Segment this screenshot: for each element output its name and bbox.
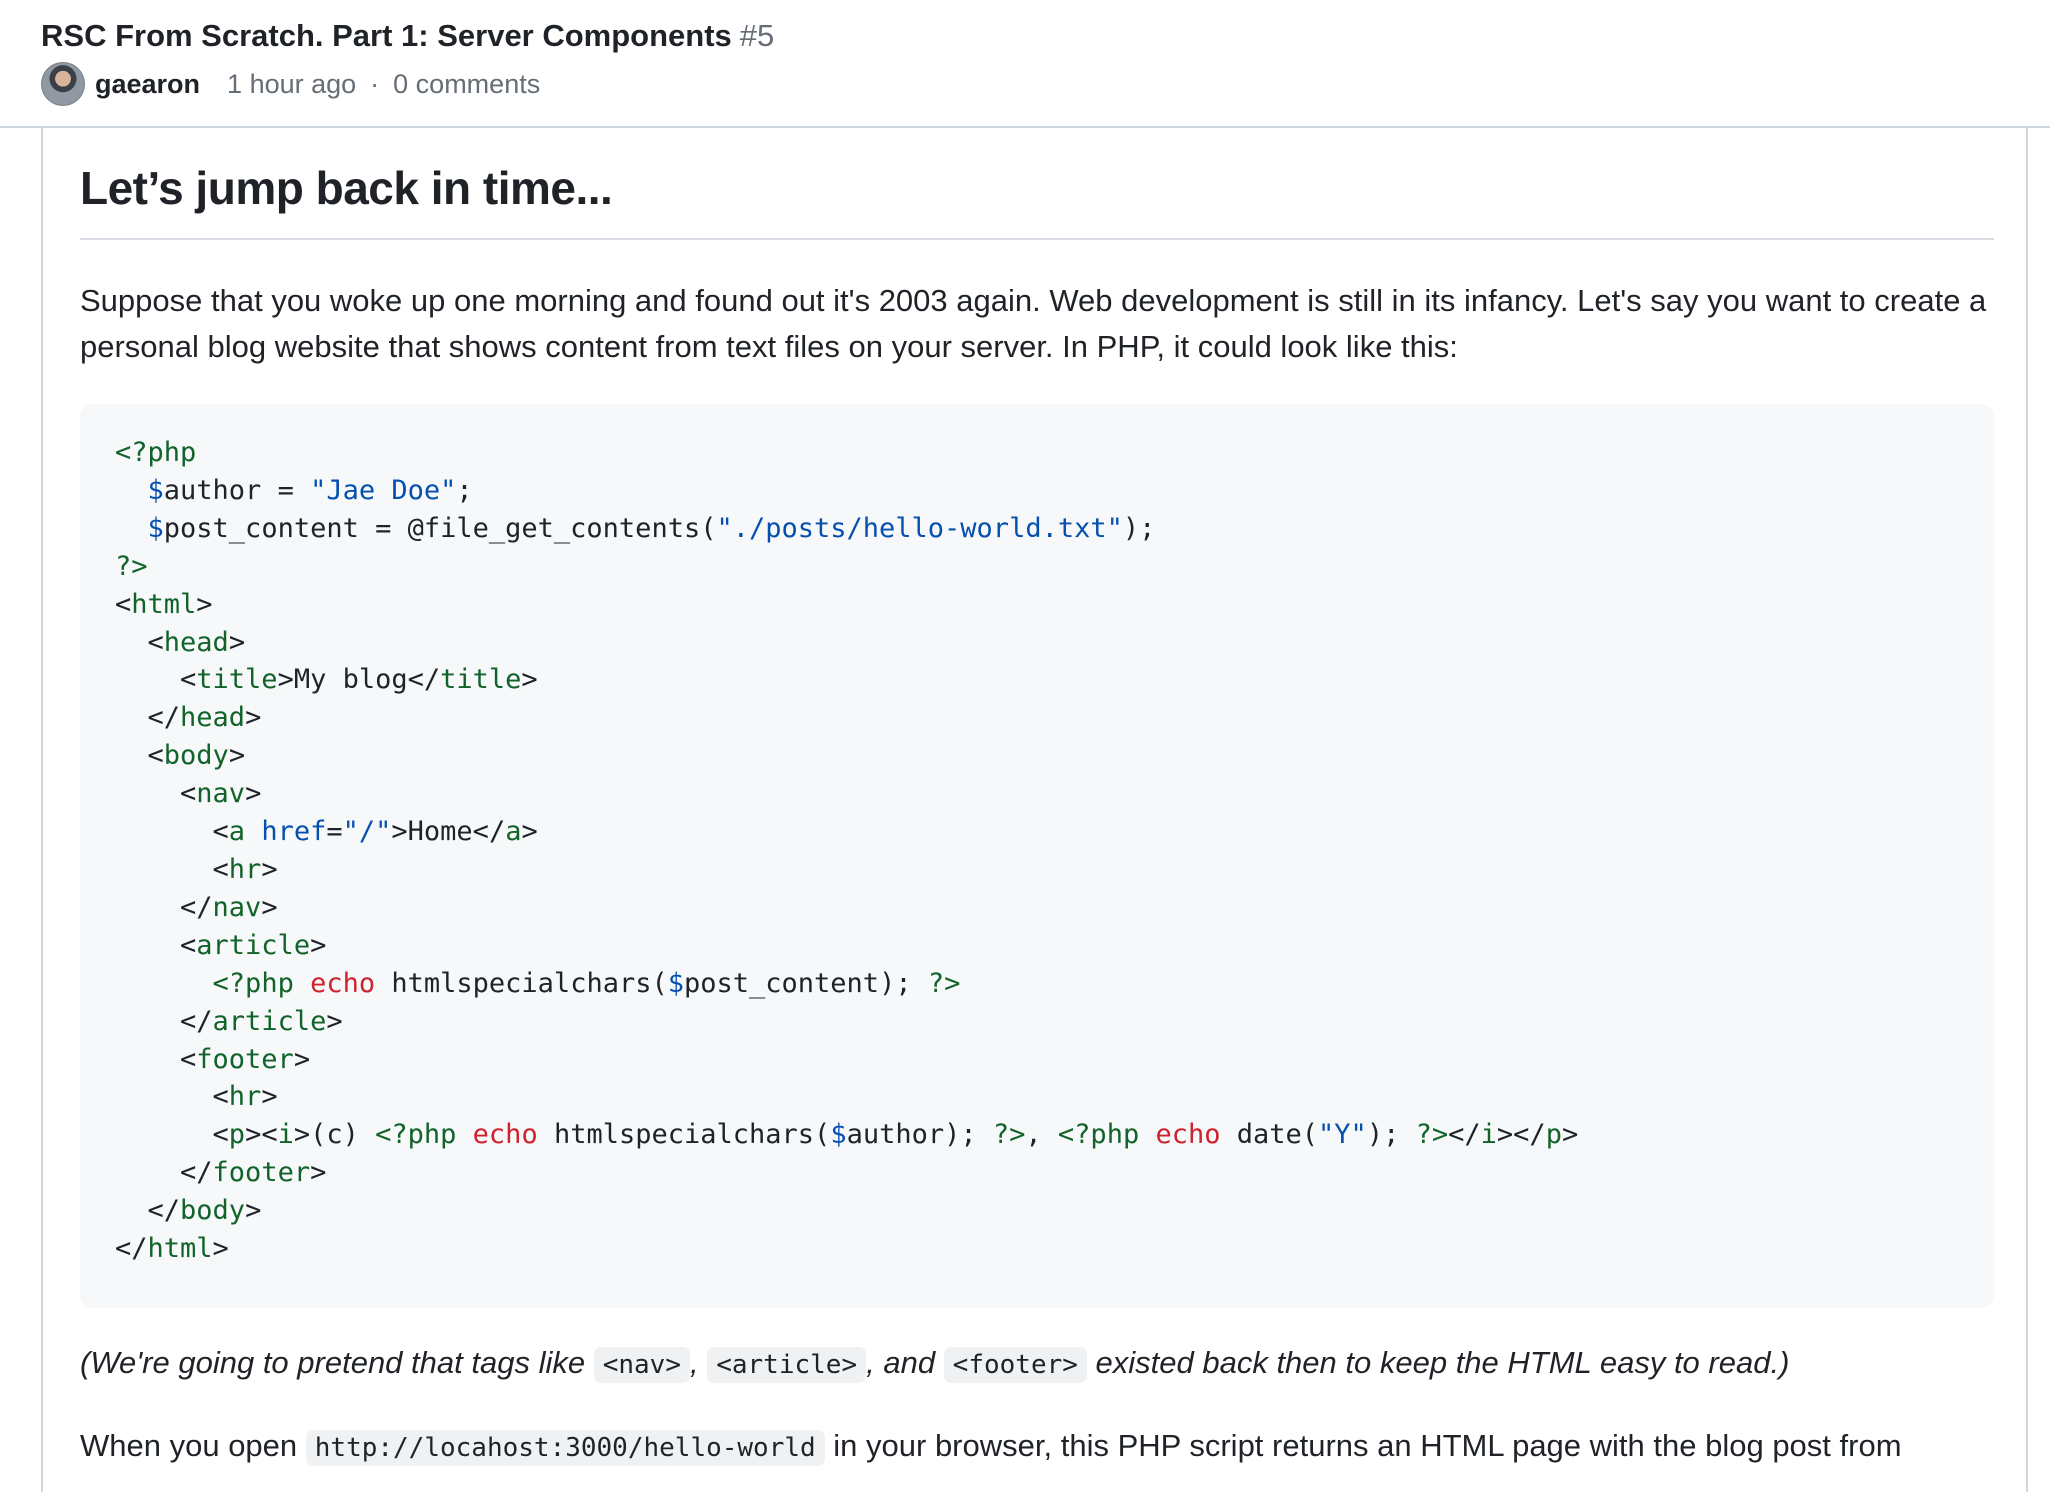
inline-code-footer: <footer> bbox=[943, 1347, 1087, 1383]
comment-count[interactable]: 0 comments bbox=[393, 69, 540, 100]
section-heading: Let’s jump back in time... bbox=[80, 162, 613, 214]
next-text-2: in your browser, this PHP script returns… bbox=[824, 1428, 1902, 1463]
intro-paragraph: Suppose that you woke up one morning and… bbox=[80, 283, 1987, 364]
discussion-header: RSC From Scratch. Part 1: Server Compone… bbox=[0, 0, 2050, 128]
inline-code-article: <article> bbox=[707, 1347, 867, 1383]
next-paragraph: When you open http://locahost:3000/hello… bbox=[80, 1423, 1994, 1471]
discussion-title[interactable]: RSC From Scratch. Part 1: Server Compone… bbox=[41, 18, 774, 54]
discussion-title-text[interactable]: RSC From Scratch. Part 1: Server Compone… bbox=[41, 18, 732, 53]
code-content: <?php $author = "Jae Doe"; $post_content… bbox=[115, 437, 1579, 1265]
note-text-1: (We're going to pretend that tags like bbox=[80, 1345, 594, 1380]
note-text-3: , and bbox=[866, 1345, 944, 1380]
note-text-2: , bbox=[689, 1345, 708, 1380]
code-block[interactable]: <?php $author = "Jae Doe"; $post_content… bbox=[80, 404, 1994, 1308]
meta-separator: · bbox=[370, 68, 380, 99]
timestamp[interactable]: 1 hour ago bbox=[227, 69, 356, 100]
heading-divider bbox=[80, 238, 1994, 240]
next-text-1: When you open bbox=[80, 1428, 306, 1463]
inline-code-nav: <nav> bbox=[593, 1347, 690, 1383]
discussion-meta: gaearon 1 hour ago · 0 comments bbox=[41, 62, 540, 106]
note-text-4: existed back then to keep the HTML easy … bbox=[1086, 1345, 1790, 1380]
discussion-number: #5 bbox=[739, 18, 775, 53]
avatar[interactable] bbox=[41, 62, 85, 106]
author-link[interactable]: gaearon bbox=[95, 69, 200, 100]
inline-code-url: http://locahost:3000/hello-world bbox=[305, 1430, 825, 1466]
note-paragraph: (We're going to pretend that tags like <… bbox=[80, 1340, 1789, 1388]
discussion-body: Let’s jump back in time... Suppose that … bbox=[41, 128, 2028, 1492]
